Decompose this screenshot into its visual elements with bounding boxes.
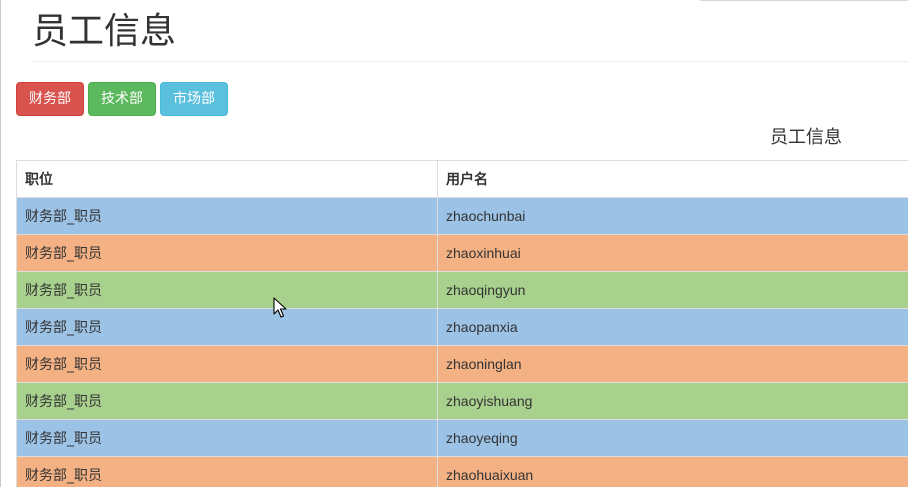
table-row[interactable]: 财务部_职员 zhaoyeqing (16, 419, 908, 457)
position-cell: 财务部_职员 (16, 382, 438, 420)
username-cell: zhaoxinhuai (437, 234, 908, 272)
position-cell: 财务部_职员 (16, 345, 438, 383)
page-title: 员工信息 (32, 11, 177, 52)
table-caption: 员工信息 (770, 127, 842, 148)
employee-table: 职位 用户名 财务部_职员 zhaochunbai 财务部_职员 zhaoxin… (16, 160, 908, 487)
position-cell: 财务部_职员 (16, 234, 438, 272)
position-cell: 财务部_职员 (16, 308, 438, 346)
table-row[interactable]: 财务部_职员 zhaoninglan (16, 345, 908, 383)
username-cell: zhaoninglan (437, 345, 908, 383)
table-row[interactable]: 财务部_职员 zhaohuaixuan (16, 456, 908, 487)
table-row[interactable]: 财务部_职员 zhaoxinhuai (16, 234, 908, 272)
column-header-username: 用户名 (437, 160, 908, 198)
position-cell: 财务部_职员 (16, 197, 438, 235)
window-left-border (0, 0, 1, 487)
position-cell: 财务部_职员 (16, 456, 438, 487)
table-header-row: 职位 用户名 (16, 160, 908, 198)
tech-department-button[interactable]: 技术部 (88, 82, 156, 116)
position-cell: 财务部_职员 (16, 419, 438, 457)
page: 员工信息 财务部 技术部 市场部 员工信息 职位 用户名 财务部_职员 zhao… (0, 0, 908, 487)
username-cell: zhaoqingyun (437, 271, 908, 309)
page-header: 员工信息 (32, 0, 908, 62)
employee-table-container: 职位 用户名 财务部_职员 zhaochunbai 财务部_职员 zhaoxin… (16, 160, 908, 487)
table-row[interactable]: 财务部_职员 zhaoyishuang (16, 382, 908, 420)
username-cell: zhaoyeqing (437, 419, 908, 457)
username-cell: zhaochunbai (437, 197, 908, 235)
table-row[interactable]: 财务部_职员 zhaochunbai (16, 197, 908, 235)
finance-department-button[interactable]: 财务部 (16, 82, 84, 116)
mouse-pointer-icon (273, 297, 287, 318)
position-cell: 财务部_职员 (16, 271, 438, 309)
column-header-position: 职位 (16, 160, 438, 198)
username-cell: zhaoyishuang (437, 382, 908, 420)
username-cell: zhaopanxia (437, 308, 908, 346)
table-row[interactable]: 财务部_职员 zhaoqingyun (16, 271, 908, 309)
market-department-button[interactable]: 市场部 (160, 82, 228, 116)
username-cell: zhaohuaixuan (437, 456, 908, 487)
table-row[interactable]: 财务部_职员 zhaopanxia (16, 308, 908, 346)
